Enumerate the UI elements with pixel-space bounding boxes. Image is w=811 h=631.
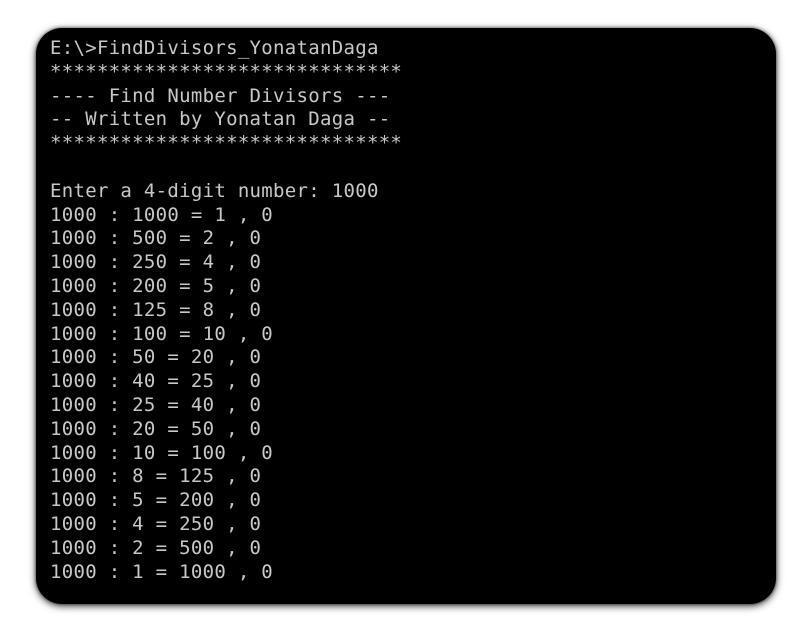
output-line: 1000 : 50 = 20 , 0 bbox=[50, 346, 262, 369]
output-line: 1000 : 20 = 50 , 0 bbox=[50, 417, 262, 440]
output-line: 1000 : 4 = 250 , 0 bbox=[50, 512, 262, 535]
output-line: 1000 : 1 = 1000 , 0 bbox=[50, 560, 274, 583]
output-line: 1000 : 250 = 4 , 0 bbox=[50, 251, 262, 274]
output-line: 1000 : 125 = 8 , 0 bbox=[50, 298, 262, 321]
console-output: E:\>FindDivisors_YonatanDaga ***********… bbox=[50, 37, 402, 584]
console-window: E:\>FindDivisors_YonatanDaga ***********… bbox=[36, 28, 776, 604]
banner-title: ---- Find Number Divisors --- bbox=[50, 84, 391, 107]
output-line: 1000 : 5 = 200 , 0 bbox=[50, 489, 262, 512]
banner-border-top: ****************************** bbox=[50, 60, 403, 83]
output-line: 1000 : 8 = 125 , 0 bbox=[50, 465, 262, 488]
command-prompt-line: E:\>FindDivisors_YonatanDaga bbox=[50, 37, 379, 59]
output-line: 1000 : 40 = 25 , 0 bbox=[50, 370, 262, 393]
banner-author: -- Written by Yonatan Daga -- bbox=[50, 108, 391, 131]
output-line: 1000 : 10 = 100 , 0 bbox=[50, 441, 274, 464]
output-line: 1000 : 25 = 40 , 0 bbox=[50, 393, 262, 416]
output-line: 1000 : 2 = 500 , 0 bbox=[50, 536, 262, 559]
output-line: 1000 : 500 = 2 , 0 bbox=[50, 227, 262, 250]
output-line: 1000 : 1000 = 1 , 0 bbox=[50, 203, 274, 226]
output-line: 1000 : 100 = 10 , 0 bbox=[50, 322, 274, 345]
input-prompt-line[interactable]: Enter a 4-digit number: 1000 bbox=[50, 180, 402, 204]
banner-border-bottom: ****************************** bbox=[50, 132, 403, 155]
output-line: 1000 : 200 = 5 , 0 bbox=[50, 274, 262, 297]
